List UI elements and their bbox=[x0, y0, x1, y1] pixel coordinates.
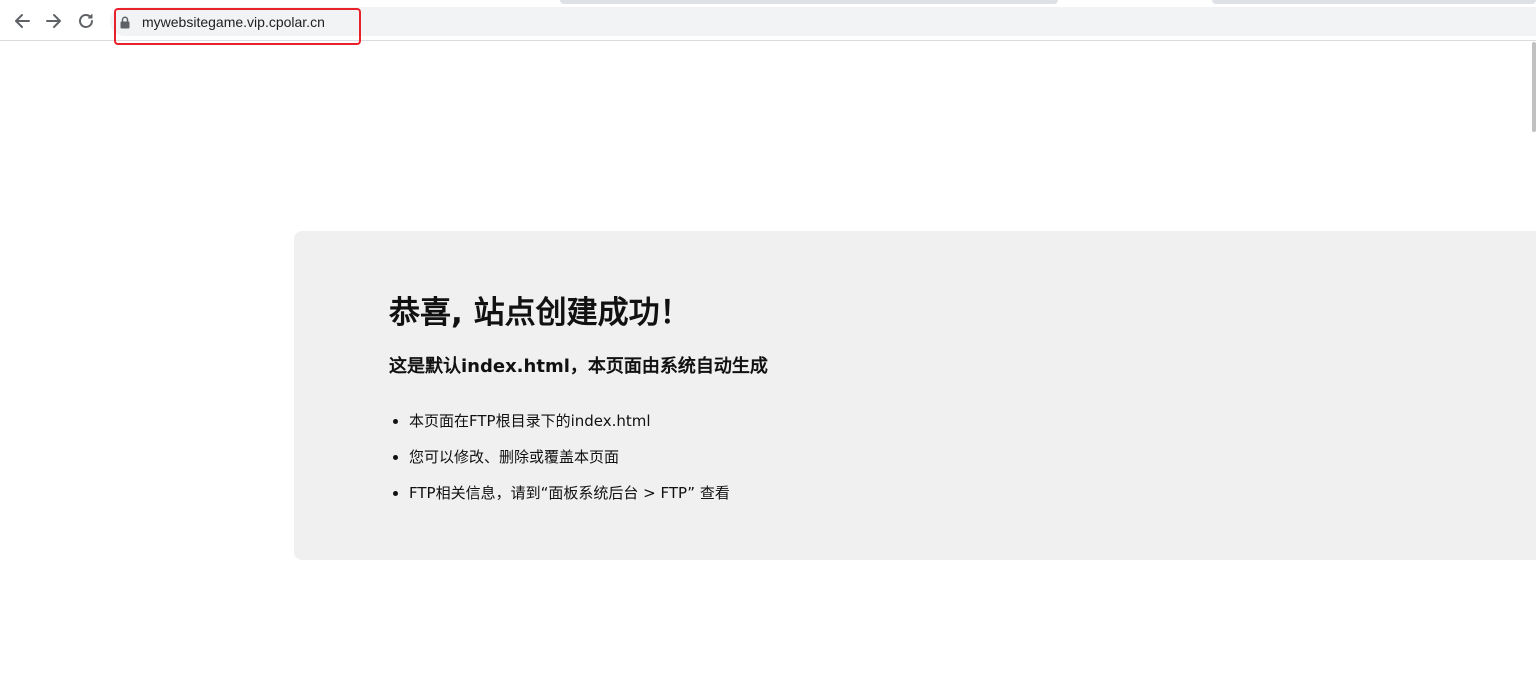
list-item: 您可以修改、删除或覆盖本页面 bbox=[409, 439, 730, 475]
arrow-right-icon bbox=[46, 14, 61, 28]
forward-button[interactable] bbox=[40, 7, 68, 35]
arrow-left-icon bbox=[15, 14, 30, 28]
tab-strip-edge bbox=[1212, 0, 1536, 4]
info-list: 本页面在FTP根目录下的index.html 您可以修改、删除或覆盖本页面 FT… bbox=[389, 403, 730, 511]
reload-icon bbox=[79, 14, 93, 28]
tab-strip-edge bbox=[560, 0, 1058, 4]
content-card: 恭喜, 站点创建成功！ 这是默认index.html，本页面由系统自动生成 本页… bbox=[294, 231, 1536, 560]
annotation-highlight-box bbox=[114, 8, 361, 45]
list-item: 本页面在FTP根目录下的index.html bbox=[409, 403, 730, 439]
back-button[interactable] bbox=[8, 7, 36, 35]
page-subtitle: 这是默认index.html，本页面由系统自动生成 bbox=[389, 356, 768, 377]
scrollbar-thumb[interactable] bbox=[1532, 42, 1536, 132]
list-item: FTP相关信息，请到“面板系统后台 > FTP” 查看 bbox=[409, 475, 730, 511]
page-title: 恭喜, 站点创建成功！ bbox=[389, 295, 691, 331]
reload-button[interactable] bbox=[72, 7, 100, 35]
